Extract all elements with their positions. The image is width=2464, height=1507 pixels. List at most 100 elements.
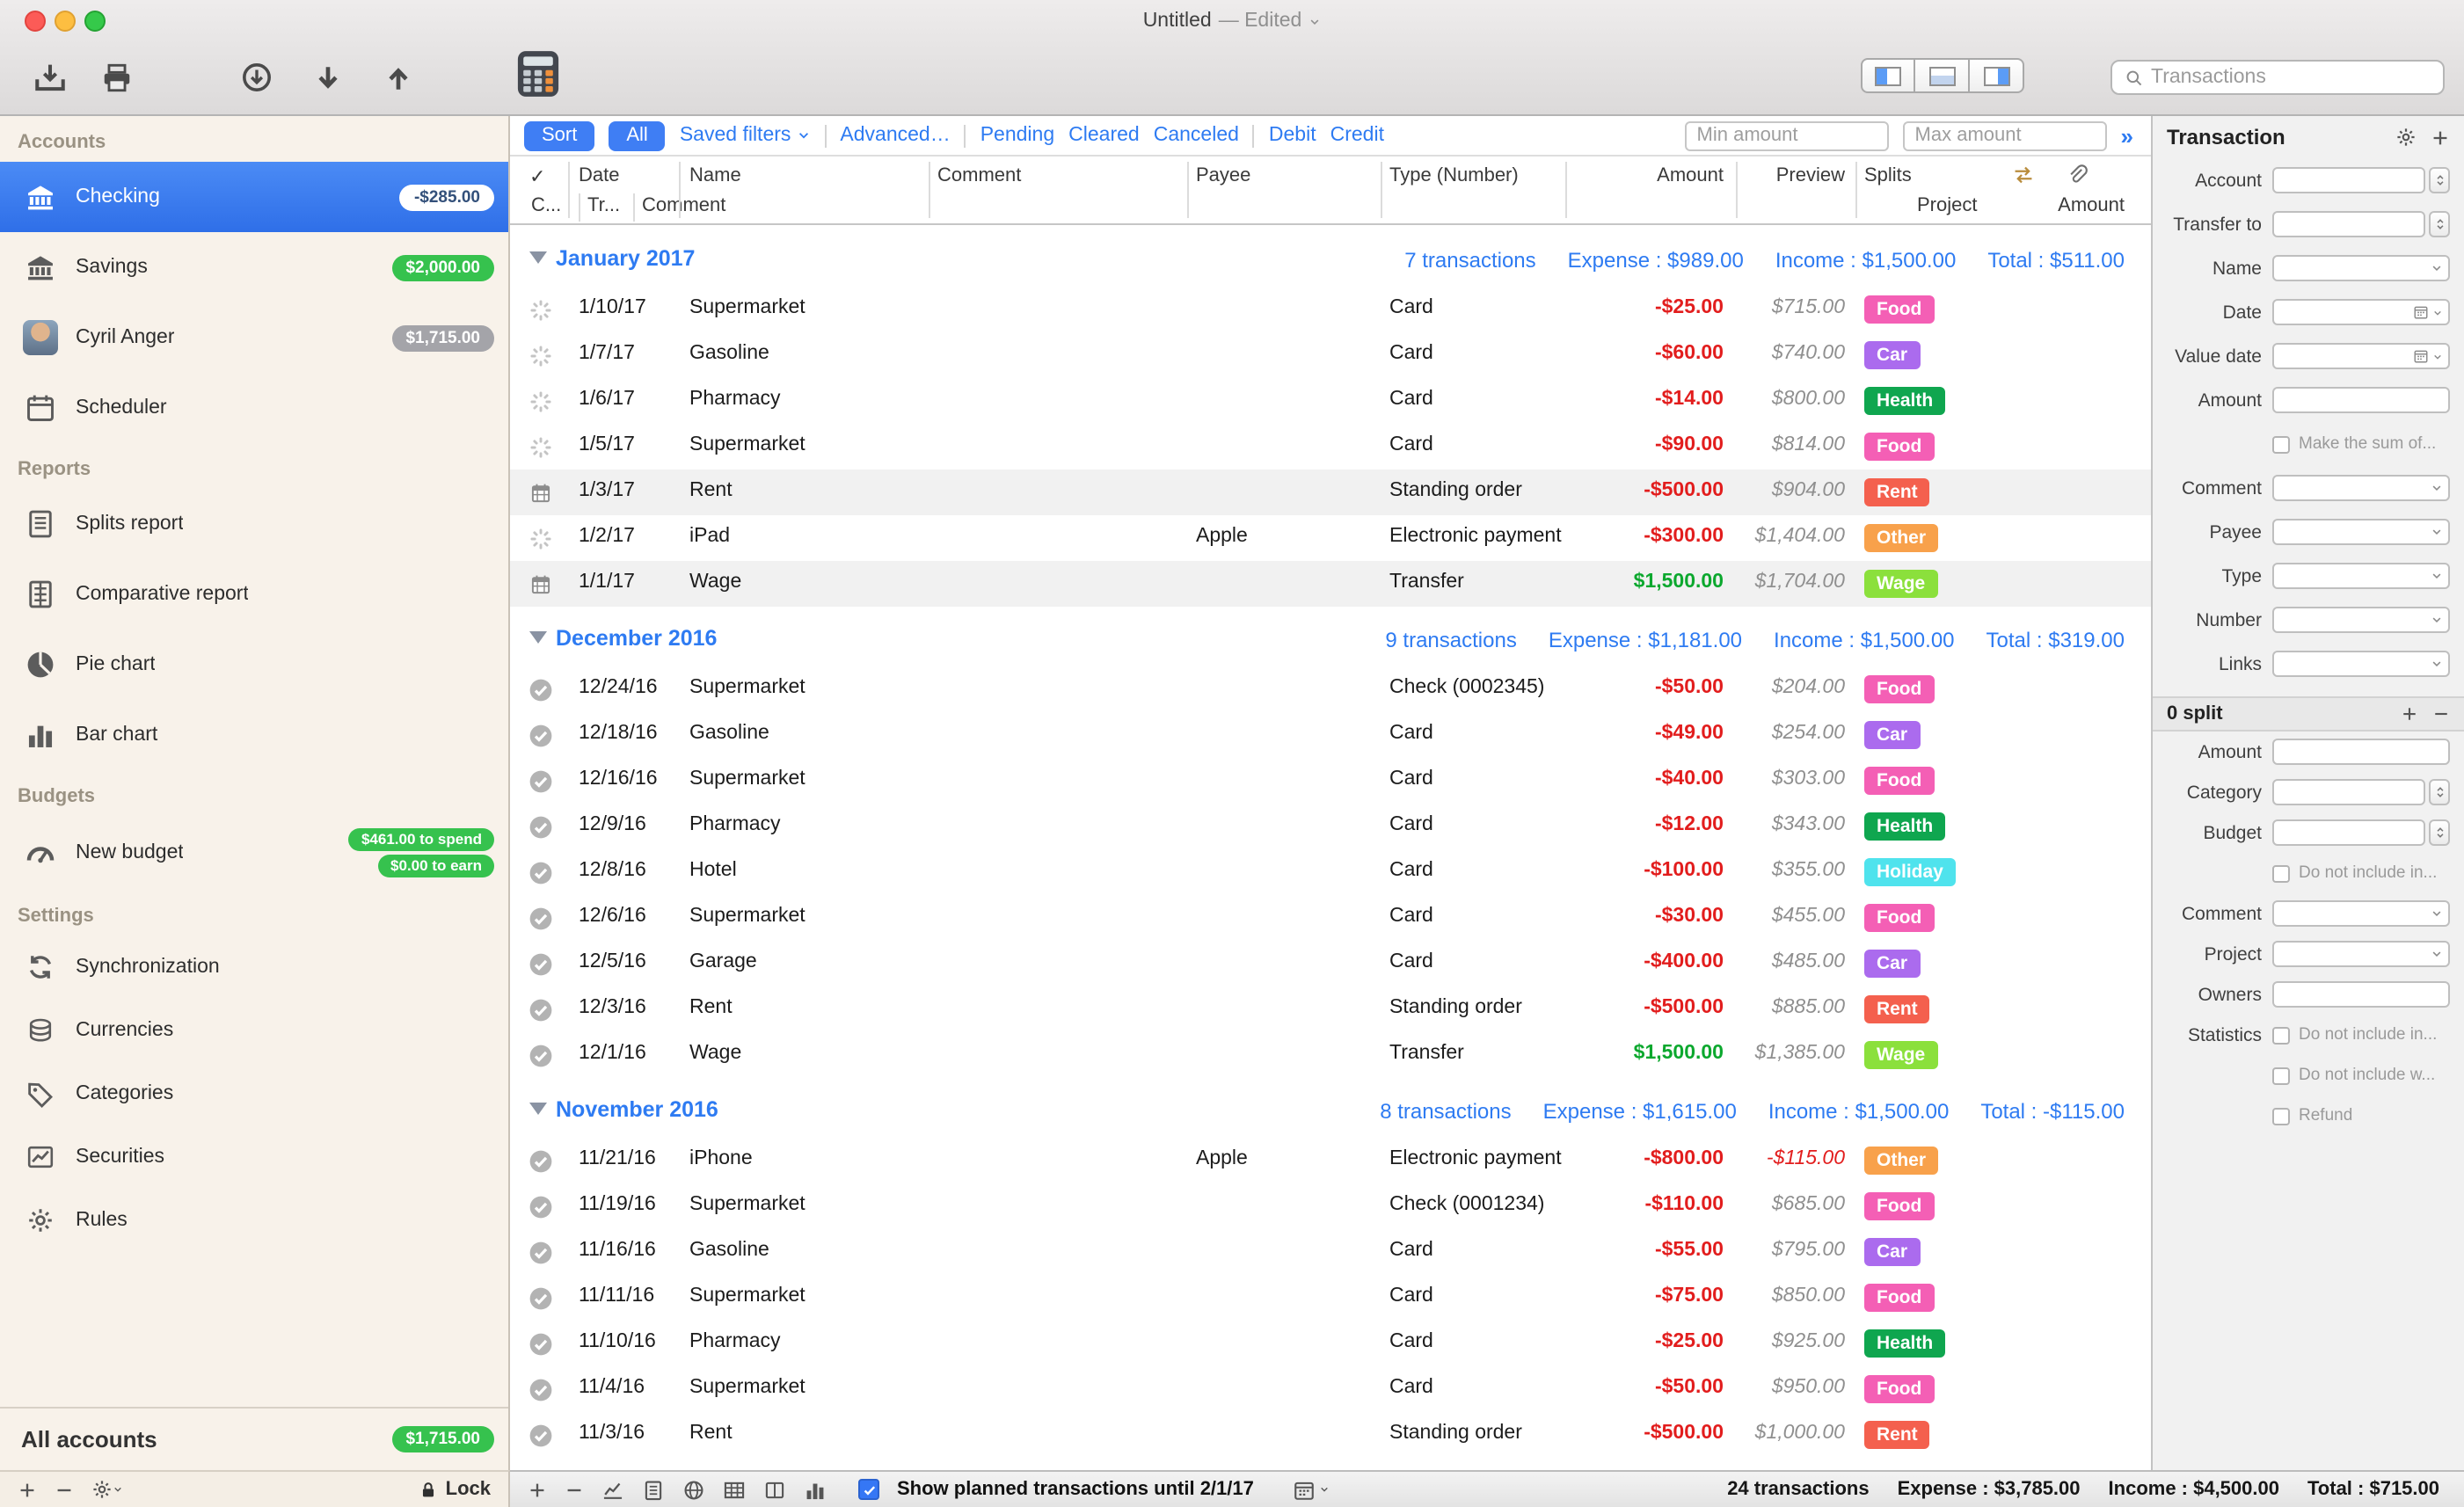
transaction-row[interactable]: 1/10/17SupermarketCard-$25.00$715.00Food [510, 287, 2151, 332]
download-button[interactable] [303, 56, 352, 98]
stepper-control[interactable] [2272, 167, 2450, 193]
more-filters-button[interactable]: » [2121, 122, 2133, 149]
column-splits[interactable]: Splits [1864, 165, 1912, 186]
transaction-row[interactable]: 11/21/16iPhoneAppleElectronic payment-$8… [510, 1138, 2151, 1183]
transaction-row[interactable]: 1/6/17PharmacyCard-$14.00$800.00Health [510, 378, 2151, 424]
remove-account-button[interactable] [55, 1480, 74, 1499]
combo-control[interactable] [2272, 651, 2450, 677]
sidebar-item-comparative-report[interactable]: Comparative report [0, 559, 508, 630]
sidebar-item-bar-chart[interactable]: Bar chart [0, 700, 508, 770]
transaction-row[interactable]: 11/16/16GasolineCard-$55.00$795.00Car [510, 1229, 2151, 1275]
title-chevron-icon[interactable] [1309, 15, 1321, 27]
calculator-button[interactable] [514, 49, 563, 107]
max-amount-input[interactable] [1903, 120, 2107, 150]
subcolumn-transfer[interactable]: Tr... [587, 195, 620, 216]
sidebar-item-securities[interactable]: Securities [0, 1125, 508, 1189]
transaction-row[interactable]: 11/4/16SupermarketCard-$50.00$950.00Food [510, 1366, 2151, 1412]
stepper-control[interactable] [2272, 779, 2450, 805]
view-sidebar-right-button[interactable] [1970, 58, 2024, 93]
planned-date-picker[interactable] [1293, 1478, 1330, 1501]
column-comment[interactable]: Comment [937, 165, 1021, 186]
transaction-row[interactable]: 11/3/16RentStanding order-$500.00$1,000.… [510, 1412, 2151, 1458]
columns-view-button[interactable] [763, 1478, 786, 1501]
list-view-button[interactable] [642, 1478, 665, 1501]
combo-control[interactable] [2272, 941, 2450, 967]
add-split-button[interactable] [2401, 705, 2418, 723]
transaction-row[interactable]: 12/8/16HotelCard-$100.00$355.00Holiday [510, 849, 2151, 895]
filter-canceled-button[interactable]: Canceled [1154, 125, 1239, 146]
transaction-row[interactable]: 12/18/16GasolineCard-$49.00$254.00Car [510, 712, 2151, 758]
sidebar-item-cyril-anger[interactable]: Cyril Anger$1,715.00 [0, 302, 508, 373]
inspector-actions-button[interactable] [2395, 127, 2417, 148]
filter-debit-button[interactable]: Debit [1269, 125, 1316, 146]
column-preview[interactable]: Preview [1776, 165, 1845, 186]
sidebar-item-currencies[interactable]: Currencies [0, 999, 508, 1062]
sidebar-item-scheduler[interactable]: Scheduler [0, 373, 508, 443]
filter-all-button[interactable]: All [609, 120, 665, 150]
combo-control[interactable] [2272, 255, 2450, 281]
show-planned-checkbox[interactable] [858, 1479, 879, 1500]
min-amount-input[interactable] [1685, 120, 1889, 150]
sort-button[interactable]: Sort [524, 120, 594, 150]
filter-cleared-button[interactable]: Cleared [1068, 125, 1140, 146]
column-name[interactable]: Name [689, 165, 741, 186]
column-amount[interactable]: Amount [1657, 165, 1724, 186]
filter-credit-button[interactable]: Credit [1330, 125, 1384, 146]
sidebar-item-savings[interactable]: Savings$2,000.00 [0, 232, 508, 302]
remove-split-button[interactable] [2432, 705, 2450, 723]
table-view-button[interactable] [723, 1478, 746, 1501]
stepper-control[interactable] [2272, 211, 2450, 237]
transaction-row[interactable]: 11/11/16SupermarketCard-$75.00$850.00Foo… [510, 1275, 2151, 1321]
text-control[interactable] [2272, 739, 2450, 765]
transaction-row[interactable]: 12/1/16WageTransfer$1,500.00$1,385.00Wag… [510, 1032, 2151, 1078]
checkbox[interactable] [2272, 1026, 2290, 1044]
view-split-horizontal-button[interactable] [1915, 58, 1970, 93]
transaction-row[interactable]: 12/9/16PharmacyCard-$12.00$343.00Health [510, 804, 2151, 849]
transaction-row[interactable]: 12/3/16RentStanding order-$500.00$885.00… [510, 986, 2151, 1032]
advanced-filter-button[interactable]: Advanced… [840, 125, 950, 146]
upload-button[interactable] [373, 56, 422, 98]
date-control[interactable] [2272, 299, 2450, 325]
sidebar-item-splits-report[interactable]: Splits report [0, 489, 508, 559]
transaction-row[interactable]: 12/5/16GarageCard-$400.00$485.00Car [510, 941, 2151, 986]
disclosure-triangle-icon[interactable] [529, 251, 547, 264]
sidebar-item-categories[interactable]: Categories [0, 1062, 508, 1125]
sidebar-item-pie-chart[interactable]: Pie chart [0, 630, 508, 700]
remove-transaction-button[interactable] [565, 1480, 584, 1499]
column-check[interactable]: ✓ [529, 165, 545, 188]
attachment-column-icon[interactable] [2065, 164, 2088, 186]
transaction-row[interactable]: 1/3/17RentStanding order-$500.00$904.00R… [510, 470, 2151, 515]
filter-pending-button[interactable]: Pending [980, 125, 1054, 146]
print-button[interactable] [91, 56, 141, 98]
sidebar-item-checking[interactable]: Checking-$285.00 [0, 162, 508, 232]
transaction-row[interactable]: 1/2/17iPadAppleElectronic payment-$300.0… [510, 515, 2151, 561]
text-control[interactable] [2272, 981, 2450, 1008]
bar-chart-button[interactable] [804, 1478, 827, 1501]
sidebar-item-rules[interactable]: Rules [0, 1189, 508, 1252]
transaction-row[interactable]: 11/19/16SupermarketCheck (0001234)-$110.… [510, 1183, 2151, 1229]
transaction-row[interactable]: 12/16/16SupermarketCard-$40.00$303.00Foo… [510, 758, 2151, 804]
transaction-row[interactable]: 1/1/17WageTransfer$1,500.00$1,704.00Wage [510, 561, 2151, 607]
subcolumn-project[interactable]: Project [1917, 195, 1978, 216]
column-payee[interactable]: Payee [1196, 165, 1250, 186]
sidebar-item-new-budget[interactable]: New budget$461.00 to spend$0.00 to earn [0, 816, 508, 890]
combo-control[interactable] [2272, 475, 2450, 501]
combo-control[interactable] [2272, 519, 2450, 545]
add-transaction-button[interactable] [528, 1480, 547, 1499]
stepper-control[interactable] [2272, 819, 2450, 846]
web-view-button[interactable] [682, 1478, 705, 1501]
date-control[interactable] [2272, 343, 2450, 369]
lock-button[interactable]: Lock [419, 1479, 491, 1500]
update-button[interactable] [232, 56, 281, 98]
disclosure-triangle-icon[interactable] [529, 631, 547, 644]
disclosure-triangle-icon[interactable] [529, 1103, 547, 1115]
search-input[interactable] [2151, 67, 2431, 88]
combo-control[interactable] [2272, 607, 2450, 633]
transaction-row[interactable]: 12/24/16SupermarketCheck (0002345)-$50.0… [510, 666, 2151, 712]
sidebar-item-synchronization[interactable]: Synchronization [0, 936, 508, 999]
transaction-row[interactable]: 1/5/17SupermarketCard-$90.00$814.00Food [510, 424, 2151, 470]
inspector-add-button[interactable] [2431, 127, 2450, 147]
view-sidebar-left-button[interactable] [1861, 58, 1915, 93]
checkbox[interactable] [2272, 435, 2290, 453]
saved-filters-dropdown[interactable]: Saved filters [680, 125, 811, 146]
